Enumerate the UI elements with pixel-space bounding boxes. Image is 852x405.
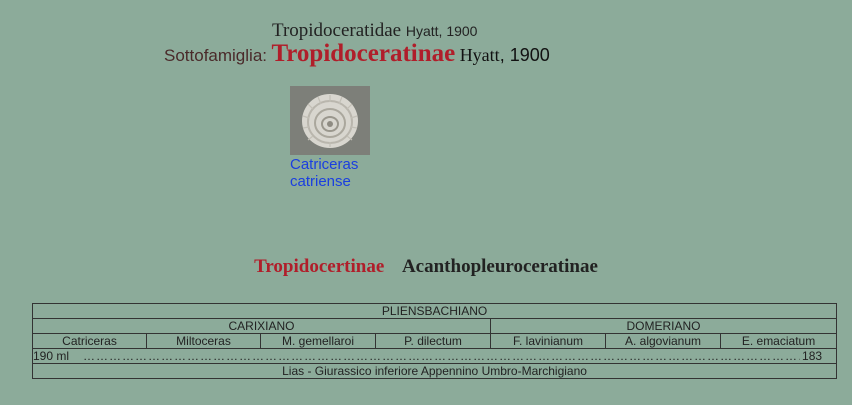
zone-cell: Miltoceras <box>146 333 261 349</box>
stratigraphy-table: PLIENSBACHIANO CARIXIANO DOMERIANO Catri… <box>31 303 838 379</box>
zone-cell: A. algovianum <box>605 333 721 349</box>
subfamily-name: Tropidoceratinae <box>271 40 456 67</box>
subfamily-year: , 1900 <box>499 45 550 65</box>
time-range-cell: 190 ml ………………………………………………………………………………………… <box>31 348 838 364</box>
subfamily-nav: Tropidocertinae Acanthopleuroceratinae <box>0 256 852 278</box>
specimen-genus[interactable]: Catriceras <box>290 156 380 173</box>
specimen-species[interactable]: catriense <box>290 173 380 190</box>
family-author: Hyatt, 1900 <box>405 23 478 39</box>
zone-cell: E. emaciatum <box>719 333 838 349</box>
formation-cell: Lias - Giurassico inferiore Appennino Um… <box>31 363 838 379</box>
nav-current-subfamily[interactable]: Tropidocertinae <box>254 256 384 277</box>
zone-cell: P. dilectum <box>375 333 491 349</box>
family-name: Tropidoceratidae <box>272 20 402 41</box>
specimen-caption-link[interactable]: Catriceras catriense <box>290 156 380 190</box>
zones-row: Catriceras Miltoceras M. gemellaroi P. d… <box>32 333 838 349</box>
family-title: Tropidoceratidae Hyatt, 1900 <box>272 20 477 42</box>
substage-carixiano: CARIXIANO <box>32 318 491 334</box>
substage-domeriano: DOMERIANO <box>489 318 838 334</box>
subfamily-label: Sottofamiglia: <box>164 46 267 65</box>
specimen-thumbnail[interactable] <box>290 86 370 155</box>
ammonite-image <box>290 86 370 155</box>
range-dots: …………………………………………………………………………………………………………… <box>83 349 800 363</box>
range-end: 183 <box>802 349 823 363</box>
subfamily-author: Hyatt <box>459 45 500 65</box>
zone-cell: F. lavinianum <box>490 333 606 349</box>
nav-other-subfamily[interactable]: Acanthopleuroceratinae <box>402 256 598 277</box>
zone-cell: Catriceras <box>32 333 147 349</box>
range-start: 190 ml <box>33 349 70 363</box>
stage-cell: PLIENSBACHIANO <box>31 303 838 319</box>
zone-cell: M. gemellaroi <box>260 333 376 349</box>
subfamily-title: Sottofamiglia: Tropidoceratinae Hyatt, 1… <box>164 40 550 68</box>
